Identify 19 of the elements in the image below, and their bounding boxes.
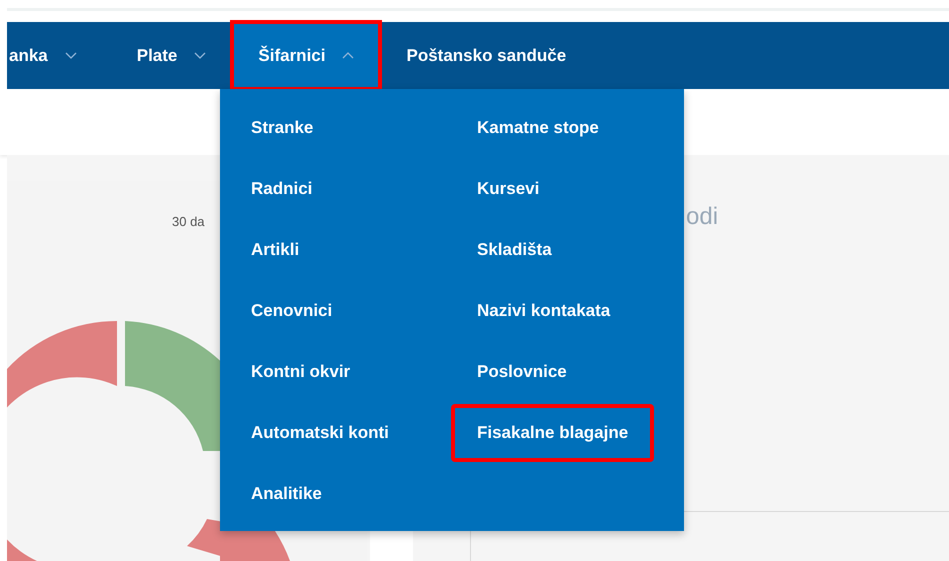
dropdown-menu-item[interactable]: Stranke xyxy=(227,101,338,155)
dropdown-menu-item[interactable]: Kursevi xyxy=(453,162,564,216)
dropdown-menu-item[interactable]: Skladišta xyxy=(453,223,576,277)
dropdown-menu-item[interactable]: Fisakalne blagajne xyxy=(453,406,652,460)
dropdown-menu-item[interactable]: Nazivi kontakata xyxy=(453,284,634,338)
chart-caption: 30 da xyxy=(172,213,205,231)
dropdown-menu-item[interactable]: Automatski konti xyxy=(227,406,413,460)
nav-menu-item[interactable]: Poštansko sanduče xyxy=(380,22,592,89)
dropdown-menu-item[interactable]: Kamatne stope xyxy=(453,101,623,155)
nav-menu-item[interactable]: Šifarnici xyxy=(232,22,380,89)
dropdown-menu-item[interactable]: Poslovnice xyxy=(453,345,591,399)
nav-menu-item[interactable]: Plate xyxy=(110,22,232,89)
dropdown-menu-item[interactable]: Radnici xyxy=(227,162,336,216)
panel-title: odi xyxy=(686,202,718,232)
dropdown-menu-item[interactable]: Cenovnici xyxy=(227,284,356,338)
dropdown-menu-item[interactable]: Kontni okvir xyxy=(227,345,374,399)
dropdown-menu-item[interactable]: Analitike xyxy=(227,467,346,521)
nav-menu-item[interactable]: anka xyxy=(7,22,111,89)
dropdown-menu-item[interactable]: Artikli xyxy=(227,223,324,277)
